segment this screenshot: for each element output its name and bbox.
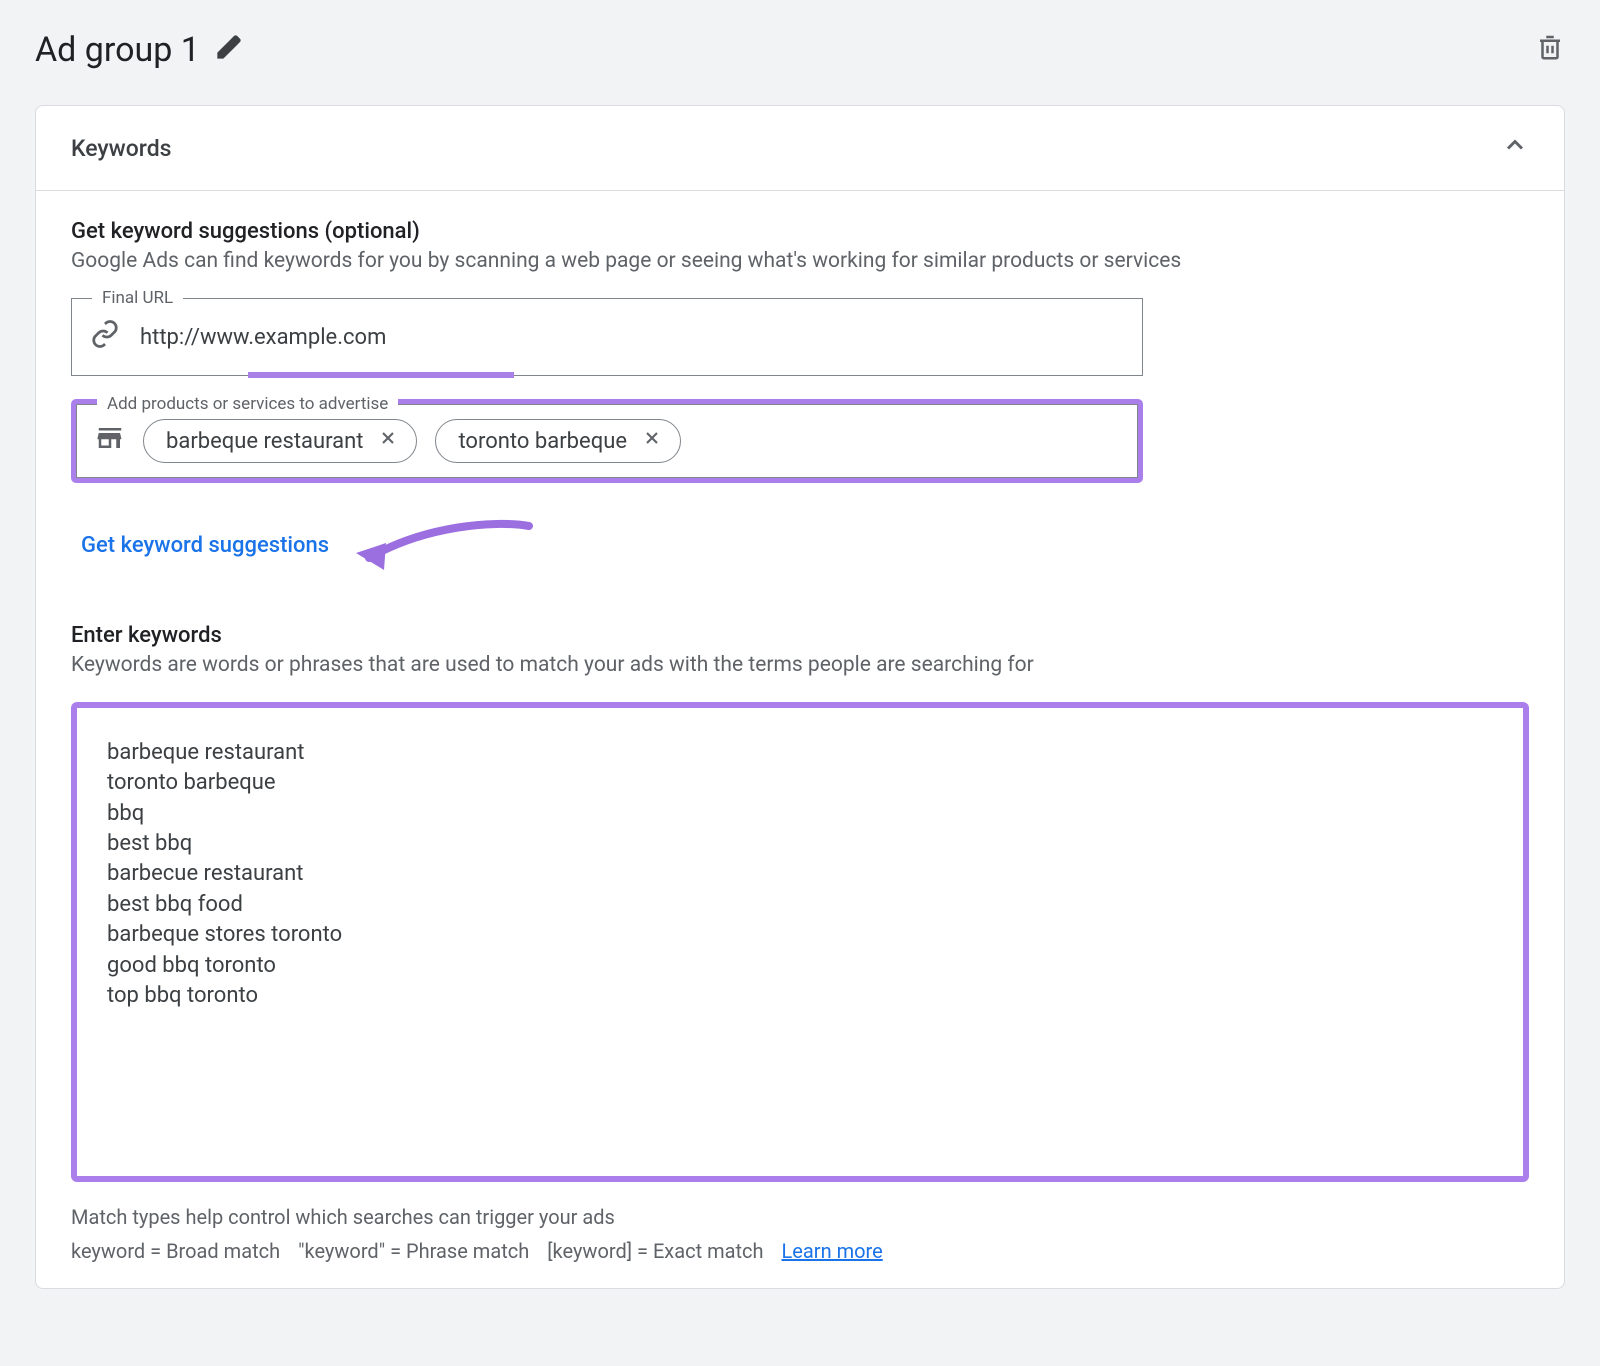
keywords-card: Keywords Get keyword suggestions (option… — [35, 105, 1565, 1289]
close-icon[interactable] — [642, 428, 662, 454]
match-types-help: Match types help control which searches … — [71, 1200, 1529, 1234]
keyword-line: best bbq food — [107, 890, 1493, 920]
link-icon — [90, 319, 120, 355]
annotation-arrow — [344, 518, 534, 573]
chip-label: barbeque restaurant — [166, 429, 363, 454]
keywords-title: Enter keywords — [71, 623, 1529, 648]
keyword-line: top bbq toronto — [107, 981, 1493, 1011]
keyword-line: toronto barbeque — [107, 768, 1493, 798]
keyword-line: good bbq toronto — [107, 951, 1493, 981]
keyword-line: barbeque stores toronto — [107, 920, 1493, 950]
chip-item: barbeque restaurant — [143, 419, 417, 463]
keywords-textarea[interactable]: barbeque restaurant toronto barbeque bbq… — [71, 702, 1529, 1182]
chip-label: toronto barbeque — [458, 429, 627, 454]
final-url-label: Final URL — [92, 288, 183, 308]
card-title: Keywords — [71, 135, 172, 162]
card-header[interactable]: Keywords — [36, 106, 1564, 191]
keyword-line: barbecue restaurant — [107, 859, 1493, 889]
broad-match-label: keyword = Broad match — [71, 1234, 280, 1268]
keyword-line: bbq — [107, 799, 1493, 829]
suggestions-title: Get keyword suggestions (optional) — [71, 219, 1529, 244]
keywords-desc: Keywords are words or phrases that are u… — [71, 653, 1529, 677]
chevron-up-icon[interactable] — [1501, 131, 1529, 165]
suggestions-desc: Google Ads can find keywords for you by … — [71, 249, 1529, 273]
phrase-match-label: "keyword" = Phrase match — [298, 1234, 529, 1268]
keyword-line: barbeque restaurant — [107, 738, 1493, 768]
storefront-icon — [95, 423, 125, 459]
exact-match-label: [keyword] = Exact match — [547, 1234, 763, 1268]
products-label: Add products or services to advertise — [97, 394, 398, 414]
delete-icon[interactable] — [1535, 32, 1565, 68]
products-highlight-box: Add products or services to advertise ba… — [71, 399, 1143, 483]
close-icon[interactable] — [378, 428, 398, 454]
url-highlight — [248, 372, 514, 378]
edit-icon[interactable] — [215, 33, 243, 67]
learn-more-link[interactable]: Learn more — [782, 1234, 883, 1268]
get-suggestions-button[interactable]: Get keyword suggestions — [81, 533, 329, 558]
keyword-line: best bbq — [107, 829, 1493, 859]
final-url-value: http://www.example.com — [140, 325, 1124, 350]
page-title: Ad group 1 — [35, 30, 200, 70]
chip-item: toronto barbeque — [435, 419, 681, 463]
products-field[interactable]: Add products or services to advertise ba… — [76, 404, 1138, 478]
final-url-field[interactable]: Final URL http://www.example.com — [71, 298, 1143, 376]
